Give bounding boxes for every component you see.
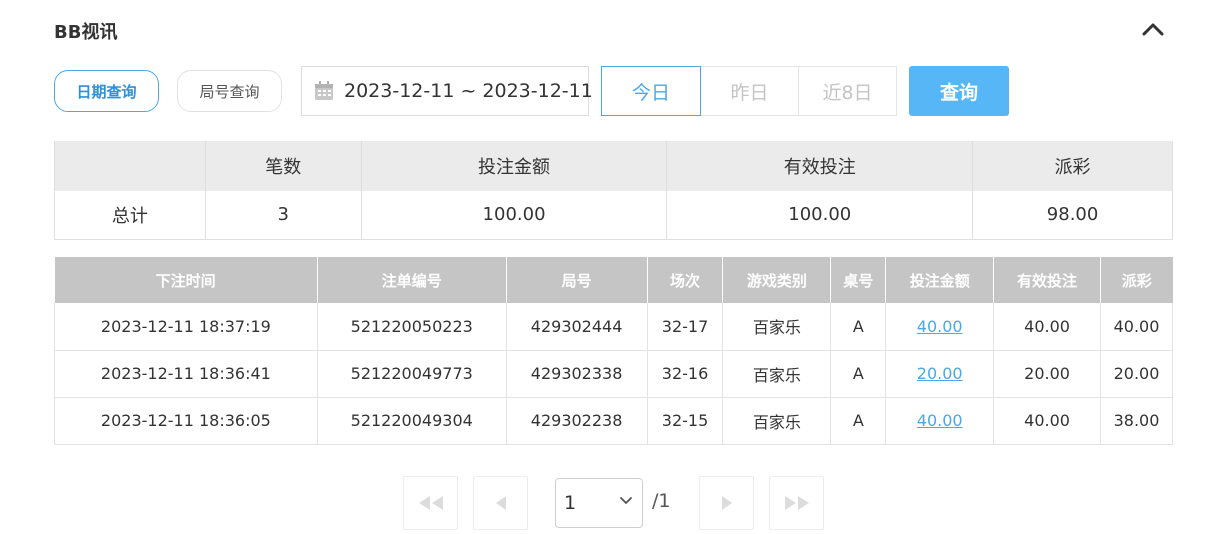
table-row: 2023-12-11 18:36:05 521220049304 4293022… [54,397,1174,445]
tab-date-query[interactable]: 日期查询 [54,70,159,112]
game-type: 百家乐 [722,303,831,351]
table-no: A [830,303,886,351]
collapse-button[interactable] [1140,18,1166,42]
header-bet-amount: 投注金额 [885,257,994,303]
payout: 38.00 [1099,397,1174,445]
summary-bet-amount: 100.00 [360,191,667,240]
header-table-no: 桌号 [830,257,886,303]
session: 32-17 [646,303,723,351]
summary-header-row: 笔数 投注金额 有效投注 派彩 [54,141,1173,191]
header-game-type: 游戏类别 [722,257,831,303]
round-id: 429302338 [505,350,648,398]
round-id: 429302238 [505,397,648,445]
date-range-value: 2023-12-11 ~ 2023-12-11 [344,80,593,102]
header-session: 场次 [646,257,723,303]
bet-id: 521220050223 [316,303,507,351]
calendar-icon [314,81,334,101]
bet-id: 521220049773 [316,350,507,398]
bet-time: 2023-12-11 18:37:19 [54,303,318,351]
search-button[interactable]: 查询 [909,66,1009,116]
page-select-value: 1 [564,492,577,514]
records-header-row: 下注时间 注单编号 局号 场次 游戏类别 桌号 投注金额 有效投注 派彩 [54,257,1173,303]
bet-id: 521220049304 [316,397,507,445]
quick-filter-yesterday[interactable]: 昨日 [700,66,799,116]
game-type: 百家乐 [722,397,831,445]
payout: 40.00 [1099,303,1174,351]
valid-bet: 20.00 [993,350,1101,398]
quick-date-filters: 今日 昨日 近8日 [601,66,897,116]
last-page-button[interactable] [769,476,824,530]
bet-amount-link[interactable]: 20.00 [917,364,963,383]
summary-count: 3 [204,191,362,240]
valid-bet: 40.00 [993,303,1101,351]
bet-amount-cell: 40.00 [885,397,994,445]
header-payout: 派彩 [1099,257,1173,303]
pagination: 1 /1 [0,476,1210,530]
summary-payout: 98.00 [972,191,1173,240]
summary-header-payout: 派彩 [972,141,1173,191]
tab-round-query[interactable]: 局号查询 [177,70,282,112]
header-bet-time: 下注时间 [54,257,318,303]
bet-amount-cell: 40.00 [885,303,994,351]
prev-page-button[interactable] [473,476,528,530]
valid-bet: 40.00 [993,397,1101,445]
summary-header-blank [54,141,206,191]
bet-time: 2023-12-11 18:36:05 [54,397,318,445]
payout: 20.00 [1099,350,1174,398]
header-valid-bet: 有效投注 [993,257,1101,303]
header-bet-id: 注单编号 [316,257,507,303]
double-chevron-left-icon [418,496,443,510]
summary-table: 笔数 投注金额 有效投注 派彩 总计 3 100.00 100.00 98.00 [54,141,1173,240]
chevron-right-icon [721,496,732,510]
bet-time: 2023-12-11 18:36:41 [54,350,318,398]
summary-total-label: 总计 [54,191,206,240]
double-chevron-right-icon [784,496,809,510]
table-no: A [830,350,886,398]
session: 32-15 [646,397,723,445]
bet-amount-link[interactable]: 40.00 [917,411,963,430]
bet-amount-cell: 20.00 [885,350,994,398]
page-total: /1 [652,490,671,512]
game-type: 百家乐 [722,350,831,398]
summary-total-row: 总计 3 100.00 100.00 98.00 [54,191,1173,240]
round-id: 429302444 [505,303,648,351]
chevron-up-icon [1142,23,1164,36]
summary-header-count: 笔数 [204,141,362,191]
first-page-button[interactable] [403,476,458,530]
table-no: A [830,397,886,445]
bet-amount-link[interactable]: 40.00 [917,317,963,336]
chevron-down-icon [620,497,632,505]
table-row: 2023-12-11 18:37:19 521220050223 4293024… [54,303,1174,351]
summary-valid-bet: 100.00 [666,191,973,240]
quick-filter-last-8-days[interactable]: 近8日 [798,66,897,116]
date-range-picker[interactable]: 2023-12-11 ~ 2023-12-11 [301,66,593,116]
session: 32-16 [646,350,723,398]
quick-filter-today[interactable]: 今日 [601,66,701,116]
page-title: BB视讯 [54,22,118,43]
summary-header-valid-bet: 有效投注 [666,141,973,191]
summary-header-bet-amount: 投注金额 [360,141,667,191]
page-select[interactable]: 1 [555,478,643,528]
header-round-id: 局号 [505,257,648,303]
chevron-left-icon [495,496,506,510]
next-page-button[interactable] [699,476,754,530]
bet-records-table: 下注时间 注单编号 局号 场次 游戏类别 桌号 投注金额 有效投注 派彩 202… [54,257,1174,445]
table-row: 2023-12-11 18:36:41 521220049773 4293023… [54,350,1174,398]
